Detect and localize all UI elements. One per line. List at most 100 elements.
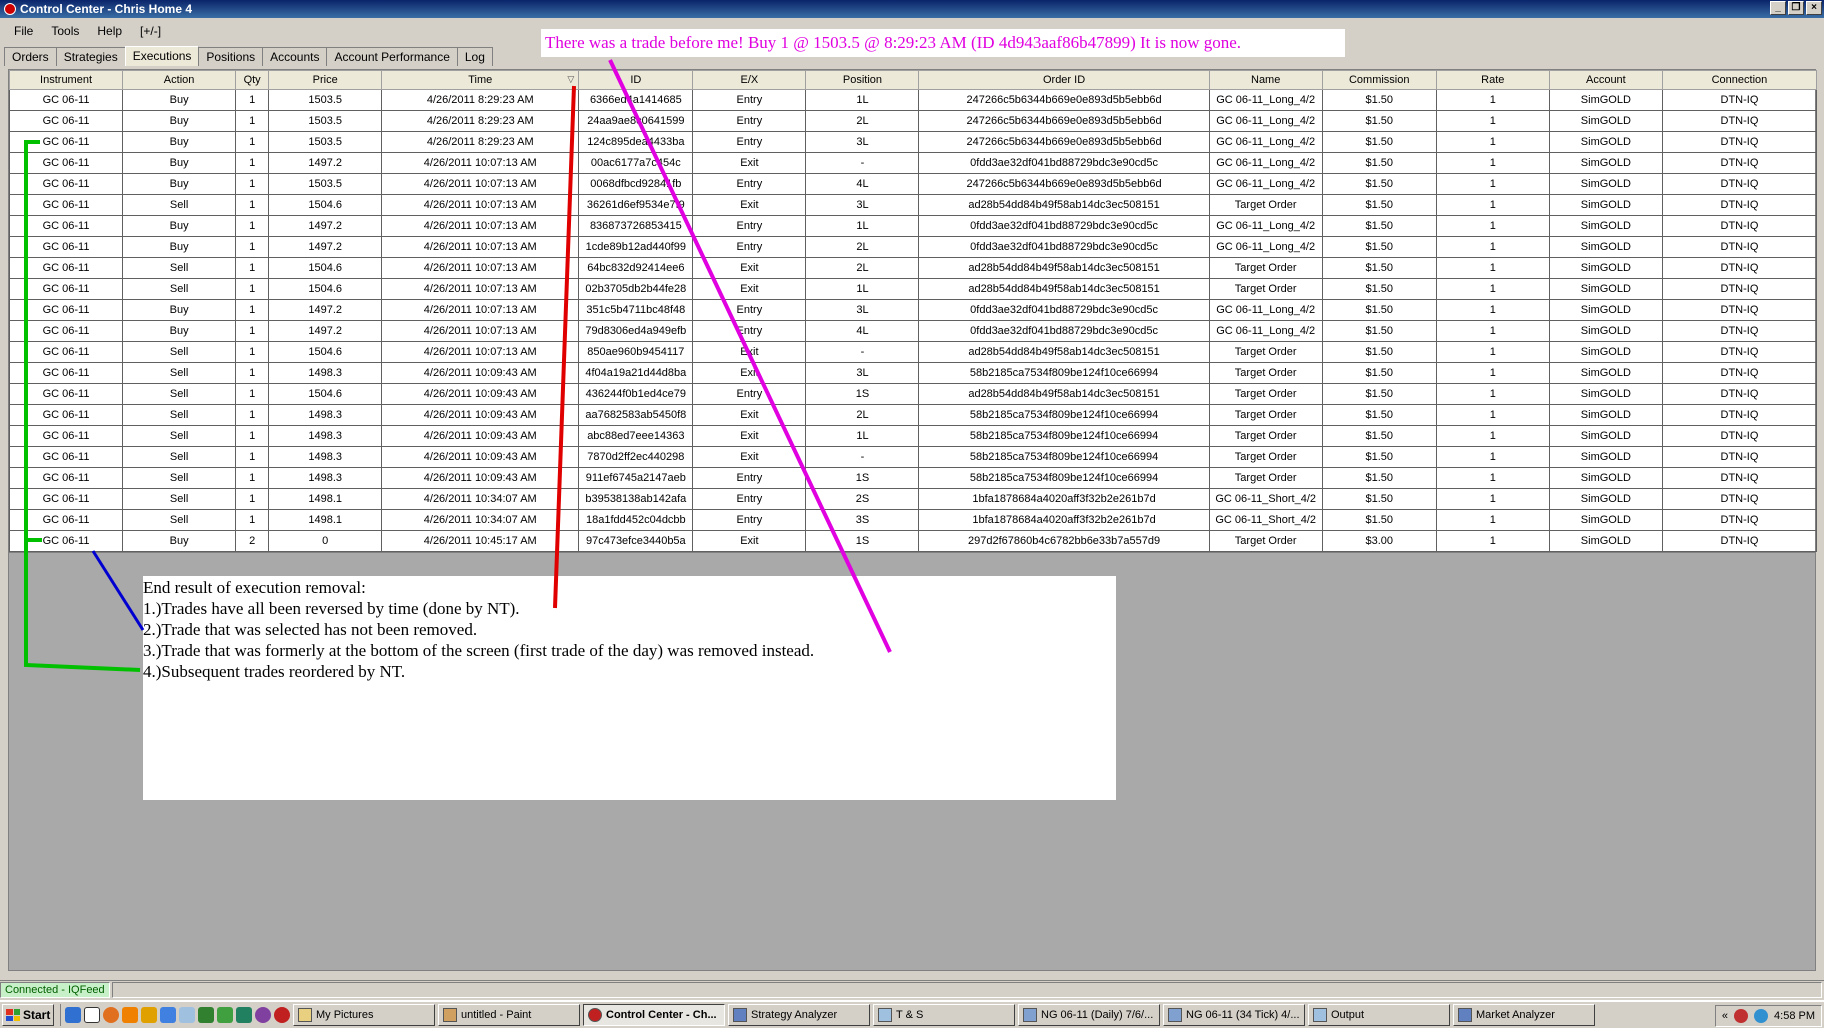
shield-icon[interactable] <box>1734 1009 1749 1023</box>
table-row[interactable]: GC 06-11 Buy 1 1503.5 4/26/2011 8:29:23 AM 24… <box>8 110 1818 132</box>
cell-commission: $1.50 <box>1321 509 1437 531</box>
task-time-and-sales[interactable]: T & S <box>873 1004 1015 1026</box>
network-icon[interactable] <box>1754 1009 1769 1023</box>
cell-position: 4L <box>805 320 920 342</box>
column-header-instrument[interactable]: Instrument <box>8 70 124 90</box>
task-ng-daily-chart[interactable]: NG 06-11 (Daily) 7/6/... <box>1018 1004 1160 1026</box>
cell-rate: 1 <box>1435 467 1550 489</box>
vlc-icon[interactable] <box>122 1007 138 1023</box>
table-row[interactable]: GC 06-11 Sell 1 1504.6 4/26/2011 10:07:13 AM… <box>8 257 1818 279</box>
column-header-name[interactable]: Name <box>1208 70 1323 90</box>
table-row[interactable]: GC 06-11 Buy 1 1497.2 4/26/2011 10:07:13 AM 3… <box>8 299 1818 321</box>
task-market-analyzer[interactable]: Market Analyzer <box>1453 1004 1595 1026</box>
cell-connection: DTN-IQ <box>1661 131 1818 153</box>
column-header-commission[interactable]: Commission <box>1321 70 1437 90</box>
table-row[interactable]: GC 06-11 Sell 1 1498.3 4/26/2011 10:09:43 AM… <box>8 362 1818 384</box>
cell-action: Sell <box>122 446 237 468</box>
cell-ex: Entry <box>692 467 807 489</box>
table-row[interactable]: GC 06-11 Sell 1 1504.6 4/26/2011 10:07:13 AM… <box>8 278 1818 300</box>
task-label: T & S <box>896 1009 924 1021</box>
start-button[interactable]: Start <box>2 1004 54 1026</box>
task-strategy-analyzer[interactable]: Strategy Analyzer <box>728 1004 870 1026</box>
table-row[interactable]: GC 06-11 Buy 1 1497.2 4/26/2011 10:07:13 AM 0… <box>8 152 1818 174</box>
minimize-button[interactable]: _ <box>1770 1 1786 15</box>
task-output[interactable]: Output <box>1308 1004 1450 1026</box>
close-button[interactable]: × <box>1806 1 1822 15</box>
table-row[interactable]: GC 06-11 Buy 1 1497.2 4/26/2011 10:07:13 AM 1… <box>8 236 1818 258</box>
menu-help[interactable]: Help <box>89 22 132 40</box>
show-desktop-icon[interactable] <box>84 1007 100 1023</box>
ie-icon[interactable] <box>65 1007 81 1023</box>
executions-grid: Instrument Action Qty Price Time ▽ ID E/X… <box>8 69 1818 553</box>
cell-position: 1L <box>805 215 920 237</box>
tray-expand-icon[interactable]: « <box>1722 1010 1728 1022</box>
cell-account: SimGOLD <box>1548 89 1663 111</box>
cell-id: 24aa9ae8c0641599 <box>578 110 694 132</box>
taskbar: Start My Pictures untitled - Paint Contr… <box>0 1000 1824 1028</box>
tab-log[interactable]: Log <box>456 47 493 66</box>
table-row[interactable]: GC 06-11 Sell 1 1498.1 4/26/2011 10:34:07 AM… <box>8 509 1818 531</box>
menu-file[interactable]: File <box>6 22 43 40</box>
task-my-pictures[interactable]: My Pictures <box>293 1004 435 1026</box>
column-header-position[interactable]: Position <box>805 70 920 90</box>
table-row[interactable]: GC 06-11 Buy 2 0 4/26/2011 10:45:17 AM 97c473… <box>8 530 1818 552</box>
table-row[interactable]: GC 06-11 Buy 1 1497.2 4/26/2011 10:07:13 AM 7… <box>8 320 1818 342</box>
maximize-button[interactable]: ❐ <box>1788 1 1804 15</box>
table-row[interactable]: GC 06-11 Sell 1 1504.6 4/26/2011 10:09:43 AM… <box>8 383 1818 405</box>
chart-icon[interactable] <box>236 1007 252 1023</box>
column-header-ex[interactable]: E/X <box>692 70 807 90</box>
column-header-account[interactable]: Account <box>1548 70 1663 90</box>
notepad-icon[interactable] <box>179 1007 195 1023</box>
column-header-rate[interactable]: Rate <box>1435 70 1550 90</box>
table-row[interactable]: GC 06-11 Sell 1 1504.6 4/26/2011 10:07:13 AM… <box>8 341 1818 363</box>
table-row[interactable]: GC 06-11 Sell 1 1498.3 4/26/2011 10:09:43 AM… <box>8 467 1818 489</box>
table-row[interactable]: GC 06-11 Sell 1 1498.3 4/26/2011 10:09:43 AM… <box>8 425 1818 447</box>
cell-account: SimGOLD <box>1548 152 1663 174</box>
cell-name: GC 06-11_Long_4/2 <box>1208 236 1323 258</box>
cell-time: 4/26/2011 8:29:23 AM <box>381 110 580 132</box>
cell-commission: $1.50 <box>1321 467 1437 489</box>
cell-id: 18a1fdd452c04dcbb <box>578 509 694 531</box>
cell-id: 6366ed4a1414685 <box>578 89 694 111</box>
column-header-price[interactable]: Price <box>268 70 383 90</box>
table-row[interactable]: GC 06-11 Buy 1 1497.2 4/26/2011 10:07:13 AM 8… <box>8 215 1818 237</box>
column-header-action[interactable]: Action <box>122 70 237 90</box>
app-icon-b[interactable] <box>217 1007 233 1023</box>
tab-positions[interactable]: Positions <box>198 47 264 66</box>
table-row[interactable]: GC 06-11 Buy 1 1503.5 4/26/2011 8:29:23 AM 63… <box>8 89 1818 111</box>
ninjatrader-icon[interactable] <box>274 1007 290 1023</box>
table-row[interactable]: GC 06-11 Sell 1 1498.3 4/26/2011 10:09:43 AM… <box>8 404 1818 426</box>
tab-accounts[interactable]: Accounts <box>262 47 328 66</box>
app-icon-c[interactable] <box>255 1007 271 1023</box>
column-header-order-id[interactable]: Order ID <box>918 70 1210 90</box>
column-header-connection[interactable]: Connection <box>1661 70 1818 90</box>
column-header-id[interactable]: ID <box>578 70 694 90</box>
menu-expand[interactable]: [+/-] <box>132 22 171 40</box>
tab-executions[interactable]: Executions <box>124 46 200 66</box>
column-header-time[interactable]: Time ▽ <box>381 70 580 90</box>
table-row[interactable]: GC 06-11 Sell 1 1498.3 4/26/2011 10:09:43 AM… <box>8 446 1818 468</box>
edit-icon[interactable] <box>160 1007 176 1023</box>
cell-time: 4/26/2011 10:07:13 AM <box>381 278 580 300</box>
task-ng-tick-chart[interactable]: NG 06-11 (34 Tick) 4/... <box>1163 1004 1305 1026</box>
connection-status: Connected - IQFeed <box>0 981 110 998</box>
cell-instrument: GC 06-11 <box>8 278 124 300</box>
tab-strategies[interactable]: Strategies <box>55 47 126 66</box>
column-header-qty[interactable]: Qty <box>235 70 270 90</box>
task-control-center[interactable]: Control Center - Ch... <box>583 1004 725 1026</box>
calc-icon[interactable] <box>198 1007 214 1023</box>
cell-order-id: 247266c5b6344b669e0e893d5b5ebb6d <box>918 173 1210 195</box>
table-row[interactable]: GC 06-11 Sell 1 1498.1 4/26/2011 10:34:07 AM… <box>8 488 1818 510</box>
table-row[interactable]: GC 06-11 Buy 1 1503.5 4/26/2011 8:29:23 AM 12… <box>8 131 1818 153</box>
clock: 4:58 PM <box>1774 1010 1815 1022</box>
app-icon-a[interactable] <box>141 1007 157 1023</box>
firefox-icon[interactable] <box>103 1007 119 1023</box>
task-paint[interactable]: untitled - Paint <box>438 1004 580 1026</box>
tab-orders[interactable]: Orders <box>4 47 57 66</box>
menu-tools[interactable]: Tools <box>43 22 89 40</box>
task-label: Strategy Analyzer <box>751 1009 838 1021</box>
table-row[interactable]: GC 06-11 Buy 1 1503.5 4/26/2011 10:07:13 AM 0… <box>8 173 1818 195</box>
cell-qty: 1 <box>235 215 270 237</box>
table-row[interactable]: GC 06-11 Sell 1 1504.6 4/26/2011 10:07:13 AM… <box>8 194 1818 216</box>
tab-account-performance[interactable]: Account Performance <box>326 47 458 66</box>
